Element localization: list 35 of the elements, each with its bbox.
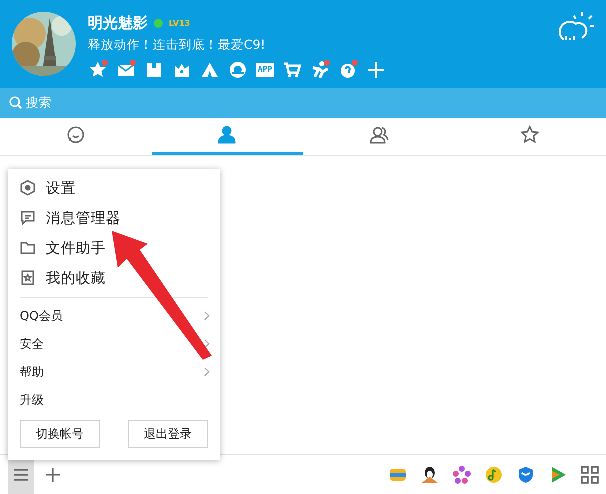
signature: 释放动作！连击到底！最爱C9! — [88, 37, 267, 54]
pocket-icon[interactable] — [144, 60, 164, 80]
grid-icon[interactable] — [580, 465, 600, 485]
message-icon — [20, 210, 36, 226]
cart-icon[interactable] — [282, 60, 302, 80]
menu-item[interactable]: 文件助手 — [8, 233, 220, 263]
menu-item[interactable]: QQ会员 — [8, 302, 220, 330]
menu-button[interactable]: 切换帐号 — [20, 420, 100, 448]
menu-item[interactable]: 我的收藏 — [8, 263, 220, 293]
menu-item[interactable]: 设置 — [8, 173, 220, 203]
bookmark-icon — [20, 270, 36, 286]
menu-item[interactable]: 帮助 — [8, 358, 220, 386]
music-icon[interactable] — [484, 465, 504, 485]
plus-icon[interactable] — [366, 60, 386, 80]
star-icon — [520, 125, 540, 145]
menu-button[interactable]: 退出登录 — [128, 420, 208, 448]
folder-icon — [20, 240, 36, 256]
chat-icon — [66, 125, 86, 145]
question-icon[interactable] — [338, 60, 358, 80]
menu-icon — [14, 469, 28, 481]
runner-icon[interactable] — [310, 60, 330, 80]
contact-icon — [217, 125, 238, 145]
star-icon[interactable] — [88, 60, 108, 80]
shield-icon[interactable] — [516, 465, 536, 485]
add-icon[interactable] — [46, 468, 60, 482]
flower-icon[interactable] — [452, 465, 472, 485]
menu-item[interactable]: 安全 — [8, 330, 220, 358]
settings-icon — [20, 180, 36, 196]
search-icon — [9, 96, 23, 110]
menu-item[interactable]: 消息管理器 — [8, 203, 220, 233]
level-label: LV13 — [169, 18, 190, 28]
menu-item[interactable]: 升级 — [8, 386, 220, 414]
user-name: 明光魅影 — [88, 14, 148, 32]
ring-icon[interactable] — [228, 60, 248, 80]
group-icon — [368, 125, 389, 145]
